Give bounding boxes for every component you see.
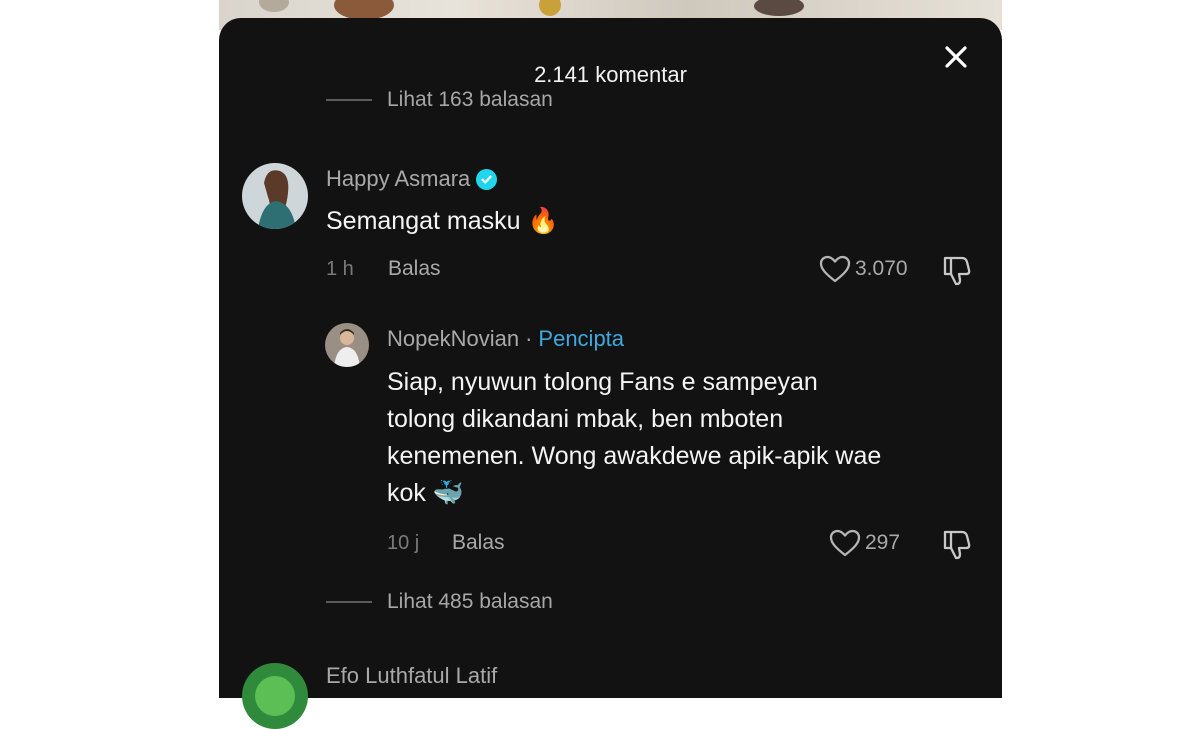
view-replies-bottom[interactable]: Lihat 485 balasan	[326, 590, 553, 614]
reply-text-line: Siap, nyuwun tolong Fans e sampeyan	[387, 368, 818, 396]
reply-text-line: kok 🐳	[387, 475, 987, 512]
comment-username[interactable]: Happy Asmara	[326, 166, 498, 192]
like-count: 3.070	[855, 257, 908, 280]
heart-icon	[829, 529, 861, 557]
creator-badge: Pencipta	[538, 326, 625, 351]
thumbs-down-icon	[943, 256, 971, 286]
next-comment-avatar[interactable]	[242, 663, 308, 729]
thumbs-down-icon	[943, 530, 971, 560]
comment-count-title: 2.141 komentar	[534, 62, 687, 87]
reply-dislike-button[interactable]	[939, 527, 973, 566]
reply-text-line: tolong dikandani mbak, ben mboten	[387, 405, 784, 433]
reply-text-last: kok	[387, 479, 426, 507]
reply-reply-button[interactable]: Balas	[452, 531, 505, 555]
reply-text-line: kenemenen. Wong awakdewe apik-apik wae	[387, 442, 882, 470]
reply-avatar[interactable]	[325, 323, 369, 367]
reply-time: 10 j	[387, 532, 420, 554]
separator-dot: ·	[525, 326, 533, 351]
reply-like-button[interactable]: 297	[828, 528, 900, 558]
comment-text: Semangat masku 🔥	[326, 203, 559, 240]
comments-panel: 2.141 komentar Lihat 163 balasan Happy A…	[219, 18, 1002, 729]
comment-time: 1 h	[326, 258, 354, 280]
reply-like-count: 297	[865, 531, 901, 554]
next-comment-username[interactable]: Efo Luthfatul Latif	[326, 663, 497, 689]
reply-username-label: NopekNovian	[387, 326, 520, 351]
dislike-button[interactable]	[939, 253, 973, 292]
whale-emoji: 🐳	[432, 479, 464, 507]
avatar[interactable]	[242, 163, 308, 229]
view-replies-label: Lihat 163 balasan	[387, 88, 553, 111]
username-label: Happy Asmara	[326, 166, 471, 191]
reply-username[interactable]: NopekNovian · Pencipta	[387, 326, 624, 352]
close-icon	[945, 46, 967, 68]
verified-badge-icon	[476, 168, 498, 190]
comment-text-body: Semangat masku	[326, 207, 521, 235]
reply-text: Siap, nyuwun tolong Fans e sampeyan tolo…	[387, 364, 987, 512]
divider-line	[326, 601, 372, 603]
fire-emoji: 🔥	[527, 207, 559, 235]
view-replies-label: Lihat 485 balasan	[387, 590, 553, 613]
divider-line	[326, 99, 372, 101]
like-button[interactable]: 3.070	[818, 254, 908, 284]
view-replies-top[interactable]: Lihat 163 balasan	[326, 88, 553, 112]
close-button[interactable]	[936, 42, 976, 72]
reply-button[interactable]: Balas	[388, 257, 441, 281]
heart-icon	[819, 255, 851, 283]
